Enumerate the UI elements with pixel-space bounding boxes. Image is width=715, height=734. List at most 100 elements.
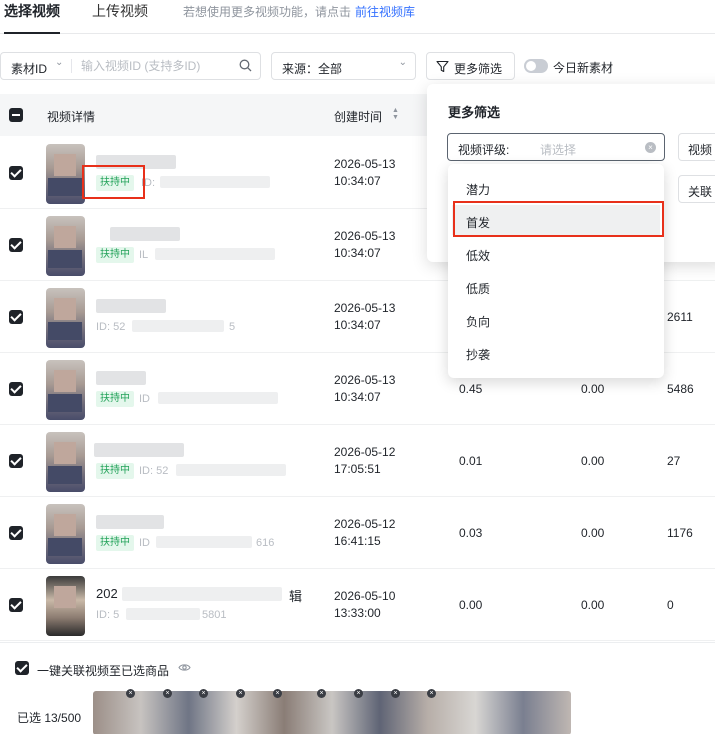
video-library-hint: 若想使用更多视频功能，请点击 前往视频库 <box>183 3 415 20</box>
table-row[interactable]: 202 辑 ID: 5 5801 2026-05-10 13:33:00 0.0… <box>0 569 715 641</box>
status-badge: 扶持中 <box>96 391 134 407</box>
metric-value: 0.00 <box>459 598 483 612</box>
sort-icon[interactable]: ▲ ▼ <box>392 107 399 121</box>
video-title <box>110 227 180 241</box>
row-checkbox[interactable] <box>9 526 23 540</box>
created-time: 10:34:07 <box>334 318 381 332</box>
video-title-suffix: 辑 <box>289 589 303 604</box>
video-id: ID: 5 <box>96 609 120 621</box>
annotation-highlight-option <box>453 201 664 237</box>
remove-icon[interactable]: × <box>317 689 326 698</box>
video-id-suffix: 5 <box>229 321 236 333</box>
created-time: 17:05:51 <box>334 462 381 476</box>
tab-upload-video[interactable]: 上传视频 <box>92 1 148 21</box>
video-id: ID <box>139 393 150 405</box>
video-id-input[interactable] <box>81 57 231 75</box>
created-date: 2026-05-12 <box>334 517 396 531</box>
link-all-checkbox[interactable] <box>15 661 29 675</box>
video-id: ID: 52 <box>96 321 126 333</box>
dropdown-option-low-quality[interactable]: 低质 <box>452 271 660 301</box>
video-grade-label: 视频评级: <box>458 143 510 157</box>
select-all-checkbox[interactable] <box>9 108 23 122</box>
video-thumbnail <box>46 144 85 204</box>
video-thumbnail <box>46 504 85 564</box>
filter-bar: 素材ID ⌄ 来源：全部 ⌄ 更多筛选 今日新素材 <box>0 52 715 80</box>
row-checkbox[interactable] <box>9 238 23 252</box>
created-date: 2026-05-13 <box>334 157 396 171</box>
video-title <box>94 443 184 457</box>
row-checkbox[interactable] <box>9 454 23 468</box>
remove-icon[interactable]: × <box>163 689 172 698</box>
video-title <box>96 515 164 529</box>
row-checkbox[interactable] <box>9 310 23 324</box>
more-filters-button[interactable]: 更多筛选 <box>426 52 515 80</box>
eye-icon[interactable] <box>178 661 191 677</box>
row-checkbox[interactable] <box>9 382 23 396</box>
today-new-toggle[interactable] <box>524 59 548 73</box>
tab-select-video[interactable]: 选择视频 <box>4 1 60 34</box>
remove-icon[interactable]: × <box>354 689 363 698</box>
video-grade-dropdown: 潜力 首发 低效 低质 负向 抄袭 <box>448 164 664 378</box>
video-grade-select[interactable]: 视频评级: 请选择 × <box>447 133 665 161</box>
created-date: 2026-05-13 <box>334 229 396 243</box>
chevron-down-icon: ⌄ <box>398 57 407 68</box>
status-badge: 扶持中 <box>96 247 134 263</box>
remove-icon[interactable]: × <box>199 689 208 698</box>
row-checkbox[interactable] <box>9 166 23 180</box>
video-id: ID: 52 <box>139 465 169 477</box>
column-header-details: 视频详情 <box>47 110 96 124</box>
dropdown-option-potential[interactable]: 潜力 <box>452 172 660 202</box>
video-filter-select[interactable]: 视频 <box>678 133 715 161</box>
metric-value: 0.00 <box>581 454 605 468</box>
metric-value: 1176 <box>667 526 693 540</box>
dropdown-option-low-efficiency[interactable]: 低效 <box>452 238 660 268</box>
metric-value: 0.00 <box>581 382 605 396</box>
metric-value: 0.01 <box>459 454 483 468</box>
table-row[interactable]: 扶持中 ID 616 2026-05-12 16:41:15 0.03 0.00… <box>0 497 715 569</box>
remove-icon[interactable]: × <box>273 689 282 698</box>
selected-count: 已选 13/500 <box>17 711 82 725</box>
dropdown-option-plagiarism[interactable]: 抄袭 <box>452 337 660 367</box>
annotation-highlight-badge <box>82 165 145 199</box>
related-filter-select[interactable]: 关联 <box>678 175 715 203</box>
metric-value: 2611 <box>667 310 693 324</box>
more-filters-label: 更多筛选 <box>454 62 503 76</box>
dropdown-option-negative[interactable]: 负向 <box>452 304 660 334</box>
created-date: 2026-05-13 <box>334 373 396 387</box>
video-library-link[interactable]: 前往视频库 <box>355 5 415 19</box>
metric-value: 0.03 <box>459 526 483 540</box>
created-time: 10:34:07 <box>334 246 381 260</box>
video-id: IL <box>139 249 149 261</box>
today-new-label: 今日新素材 <box>553 61 614 75</box>
id-search-box: 素材ID ⌄ <box>0 52 261 80</box>
metric-value: 0 <box>667 598 674 612</box>
tab-bar: 选择视频 上传视频 若想使用更多视频功能，请点击 前往视频库 <box>0 0 715 34</box>
video-thumbnail <box>46 360 85 420</box>
source-select[interactable]: 来源：全部 ⌄ <box>271 52 416 80</box>
search-icon[interactable] <box>239 59 252 75</box>
column-header-created: 创建时间 <box>334 110 383 124</box>
video-id-blur <box>155 248 275 260</box>
video-id-blur <box>126 608 200 620</box>
created-date: 2026-05-13 <box>334 301 396 315</box>
video-id-blur <box>176 464 286 476</box>
row-checkbox[interactable] <box>9 598 23 612</box>
remove-icon[interactable]: × <box>236 689 245 698</box>
status-badge: 扶持中 <box>96 463 134 479</box>
video-id-suffix: 616 <box>256 537 275 549</box>
created-date: 2026-05-12 <box>334 445 396 459</box>
created-date: 2026-05-10 <box>334 589 396 603</box>
remove-icon[interactable]: × <box>427 689 436 698</box>
created-time: 16:41:15 <box>334 534 381 548</box>
video-title <box>96 371 146 385</box>
id-type-select[interactable]: 素材ID <box>11 60 47 77</box>
table-row[interactable]: 扶持中 ID: 52 2026-05-12 17:05:51 0.01 0.00… <box>0 425 715 497</box>
clear-icon[interactable]: × <box>645 142 656 153</box>
hint-text: 若想使用更多视频功能，请点击 <box>183 5 352 19</box>
created-time: 13:33:00 <box>334 606 381 620</box>
remove-icon[interactable]: × <box>126 689 135 698</box>
chevron-down-icon: ⌄ <box>55 57 64 68</box>
remove-icon[interactable]: × <box>391 689 400 698</box>
link-all-label: 一键关联视频至已选商品 <box>37 664 170 678</box>
footer-bar: 一键关联视频至已选商品 已选 13/500 × × × × × × × × × <box>0 642 715 734</box>
